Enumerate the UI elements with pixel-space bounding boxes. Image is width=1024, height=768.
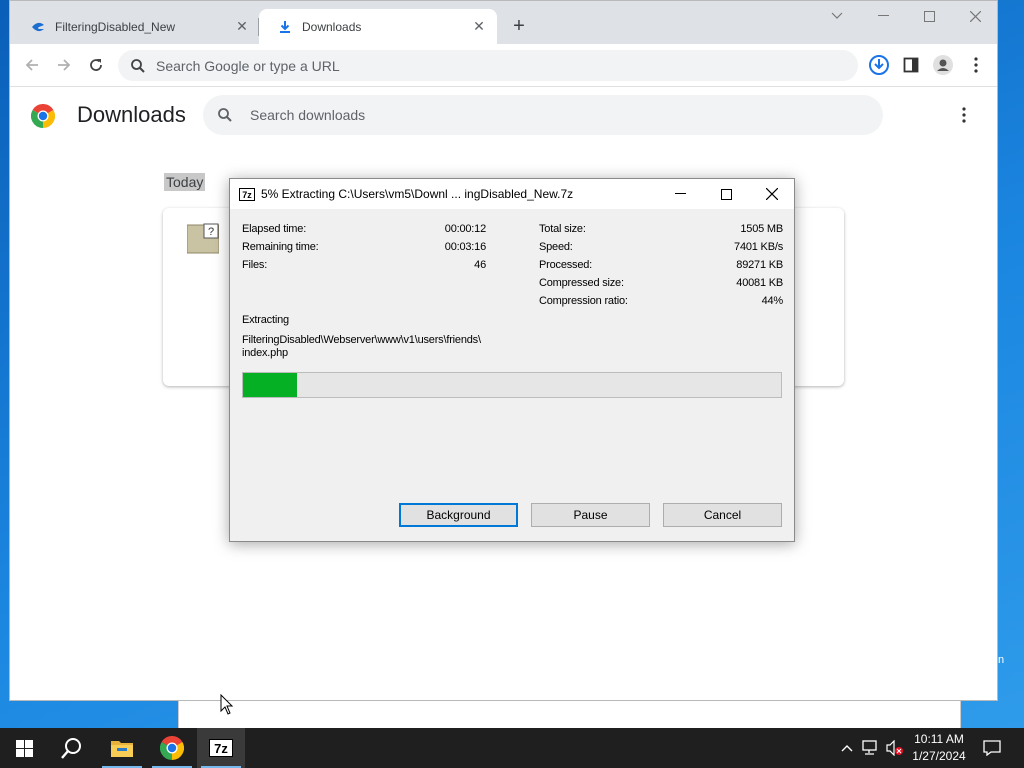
windows-start-icon[interactable] [0, 728, 48, 768]
page-title: Downloads [77, 102, 186, 127]
address-bar[interactable] [118, 50, 858, 81]
minimize-icon[interactable] [660, 183, 700, 205]
downloads-toolbar-icon[interactable] [868, 54, 890, 76]
files-value: 46 [474, 259, 486, 271]
operation-label: Extracting [242, 314, 289, 326]
elapsed-time-value: 00:00:12 [444, 223, 486, 235]
compressed-size-label: Compressed size: [539, 277, 624, 289]
mouse-cursor-icon [220, 694, 234, 715]
forward-arrow-icon[interactable] [52, 53, 76, 77]
tab-filteringdisabled[interactable]: FilteringDisabled_New ✕ [12, 9, 260, 44]
close-tab-icon[interactable]: ✕ [234, 18, 250, 35]
7z-archive-file-icon[interactable]: ? [187, 223, 219, 255]
clock-date: 1/27/2024 [912, 749, 966, 763]
remaining-time-label: Remaining time: [242, 241, 319, 253]
compressed-size-value: 40081 KB [736, 277, 783, 289]
volume-muted-icon[interactable] [886, 740, 904, 756]
background-window-edge [178, 700, 961, 728]
progress-bar-fill [243, 373, 297, 397]
notifications-icon[interactable] [982, 740, 1002, 756]
tab-title: Downloads [302, 19, 362, 34]
remaining-time-value: 00:03:16 [444, 241, 486, 253]
extraction-progress-dialog: 7z 5% Extracting C:\Users\vm5\Downl ... … [229, 178, 795, 542]
elapsed-time-label: Elapsed time: [242, 223, 307, 235]
dialog-title-bar[interactable]: 7z 5% Extracting C:\Users\vm5\Downl ... … [230, 179, 794, 209]
processed-value: 89271 KB [736, 259, 783, 271]
downloads-menu-icon[interactable] [954, 105, 974, 125]
browser-toolbar [10, 44, 997, 87]
compression-ratio-value: 44% [761, 295, 784, 307]
network-icon[interactable] [862, 740, 880, 756]
downloads-header: Downloads [10, 88, 997, 144]
extraction-progress-bar [242, 372, 782, 398]
total-size-label: Total size: [539, 223, 586, 235]
background-button[interactable]: Background [399, 503, 518, 527]
search-icon [217, 107, 233, 123]
site-favicon-icon [30, 19, 46, 35]
7zip-icon[interactable]: 7z [197, 728, 245, 768]
tab-downloads[interactable]: Downloads ✕ [259, 9, 497, 44]
reload-icon[interactable] [84, 53, 108, 77]
dialog-title: 5% Extracting C:\Users\vm5\Downl ... ing… [261, 187, 574, 201]
files-label: Files: [242, 259, 268, 271]
desktop-peek-text: n [998, 654, 1005, 666]
7zip-app-icon: 7z [239, 187, 255, 201]
show-hidden-icons-chevron-icon[interactable] [838, 740, 856, 756]
file-explorer-icon[interactable] [98, 728, 146, 768]
search-icon[interactable] [48, 728, 96, 768]
downloads-search-input[interactable] [250, 107, 850, 123]
close-dialog-icon[interactable] [752, 183, 792, 205]
back-arrow-icon[interactable] [20, 53, 44, 77]
chrome-logo-icon [31, 104, 55, 128]
speed-label: Speed: [539, 241, 573, 253]
close-window-icon[interactable] [952, 5, 998, 27]
tab-search-chevron-icon[interactable] [814, 5, 860, 27]
download-icon [277, 19, 293, 35]
omnibox-input[interactable] [156, 57, 806, 74]
pause-button[interactable]: Pause [531, 503, 650, 527]
svg-text:7z: 7z [214, 741, 228, 756]
date-section-label: Today [164, 173, 206, 191]
chrome-icon[interactable] [148, 728, 196, 768]
current-file-path: FilteringDisabled\Webserver\www\v1\users… [242, 334, 481, 346]
maximize-icon[interactable] [906, 5, 952, 27]
downloads-search-box[interactable] [203, 95, 883, 135]
current-file-name: index.php [242, 347, 288, 359]
close-tab-icon[interactable]: ✕ [471, 18, 487, 35]
maximize-icon[interactable] [706, 183, 746, 205]
new-tab-button[interactable]: + [508, 15, 530, 37]
clock-time: 10:11 AM [914, 732, 964, 746]
total-size-value: 1505 MB [740, 223, 783, 235]
profile-avatar-icon[interactable] [932, 54, 954, 76]
taskbar: 7z 10:11 AM 1/27/2024 [0, 728, 1024, 768]
system-clock[interactable]: 10:11 AM 1/27/2024 [904, 731, 974, 765]
search-icon [130, 58, 146, 74]
browser-menu-icon[interactable] [965, 54, 987, 76]
speed-value: 7401 KB/s [734, 241, 783, 253]
processed-label: Processed: [539, 259, 593, 271]
tab-strip: FilteringDisabled_New ✕ Downloads ✕ + [10, 1, 997, 44]
cancel-button[interactable]: Cancel [663, 503, 782, 527]
tab-title: FilteringDisabled_New [55, 19, 176, 34]
compression-ratio-label: Compression ratio: [539, 295, 628, 307]
minimize-icon[interactable] [860, 5, 906, 27]
side-panel-icon[interactable] [900, 54, 922, 76]
svg-text:?: ? [208, 226, 214, 238]
svg-text:7z: 7z [242, 190, 252, 200]
